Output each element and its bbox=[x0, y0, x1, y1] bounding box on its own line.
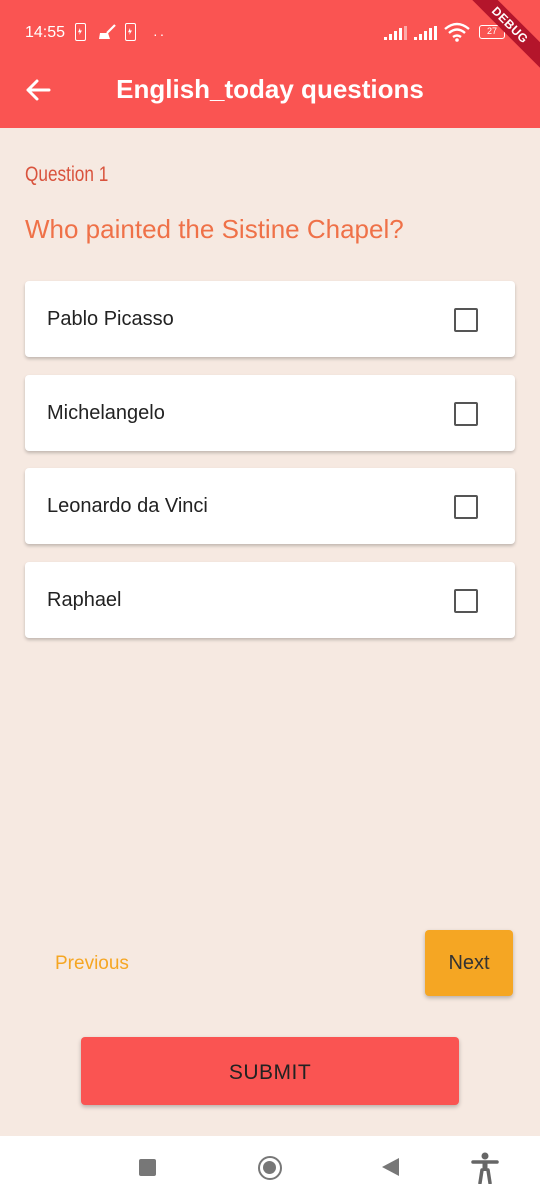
answer-option-label: Leonardo da Vinci bbox=[47, 495, 208, 517]
status-time: 14:55 bbox=[25, 24, 66, 41]
answer-option-label: Michelangelo bbox=[47, 402, 165, 424]
battery-charging-icon bbox=[125, 23, 136, 41]
previous-button[interactable]: Previous bbox=[55, 953, 129, 975]
signal-icon bbox=[414, 26, 440, 40]
answer-option-label: Raphael bbox=[47, 589, 122, 611]
system-nav-bar bbox=[0, 1136, 540, 1200]
wifi-icon bbox=[444, 22, 470, 42]
next-button[interactable]: Next bbox=[425, 930, 513, 996]
page-title: English_today questions bbox=[116, 74, 424, 104]
question-number: Question 1 bbox=[25, 163, 109, 186]
accessibility-icon[interactable] bbox=[471, 1152, 499, 1184]
answer-option[interactable]: Raphael bbox=[25, 562, 515, 638]
answer-option-label: Pablo Picasso bbox=[47, 308, 174, 330]
square-icon[interactable] bbox=[139, 1159, 156, 1176]
question-text: Who painted the Sistine Chapel? bbox=[25, 214, 404, 244]
triangle-back-icon[interactable] bbox=[382, 1158, 399, 1176]
answer-option[interactable]: Leonardo da Vinci bbox=[25, 468, 515, 544]
battery-charging-icon bbox=[75, 23, 86, 41]
status-bar: 14:55 ·· 27 bbox=[0, 0, 540, 62]
checkbox-unchecked-icon[interactable] bbox=[454, 589, 478, 613]
circle-icon[interactable] bbox=[258, 1156, 282, 1180]
broom-icon bbox=[99, 24, 116, 39]
app-bar: 14:55 ·· 27 DEBUG English_today question… bbox=[0, 0, 540, 128]
checkbox-unchecked-icon[interactable] bbox=[454, 495, 478, 519]
signal-icon bbox=[384, 26, 410, 40]
answer-option[interactable]: Pablo Picasso bbox=[25, 281, 515, 357]
more-notifications-icon: ·· bbox=[153, 26, 167, 42]
answer-option[interactable]: Michelangelo bbox=[25, 375, 515, 451]
checkbox-unchecked-icon[interactable] bbox=[454, 308, 478, 332]
checkbox-unchecked-icon[interactable] bbox=[454, 402, 478, 426]
submit-button[interactable]: SUBMIT bbox=[81, 1037, 459, 1105]
